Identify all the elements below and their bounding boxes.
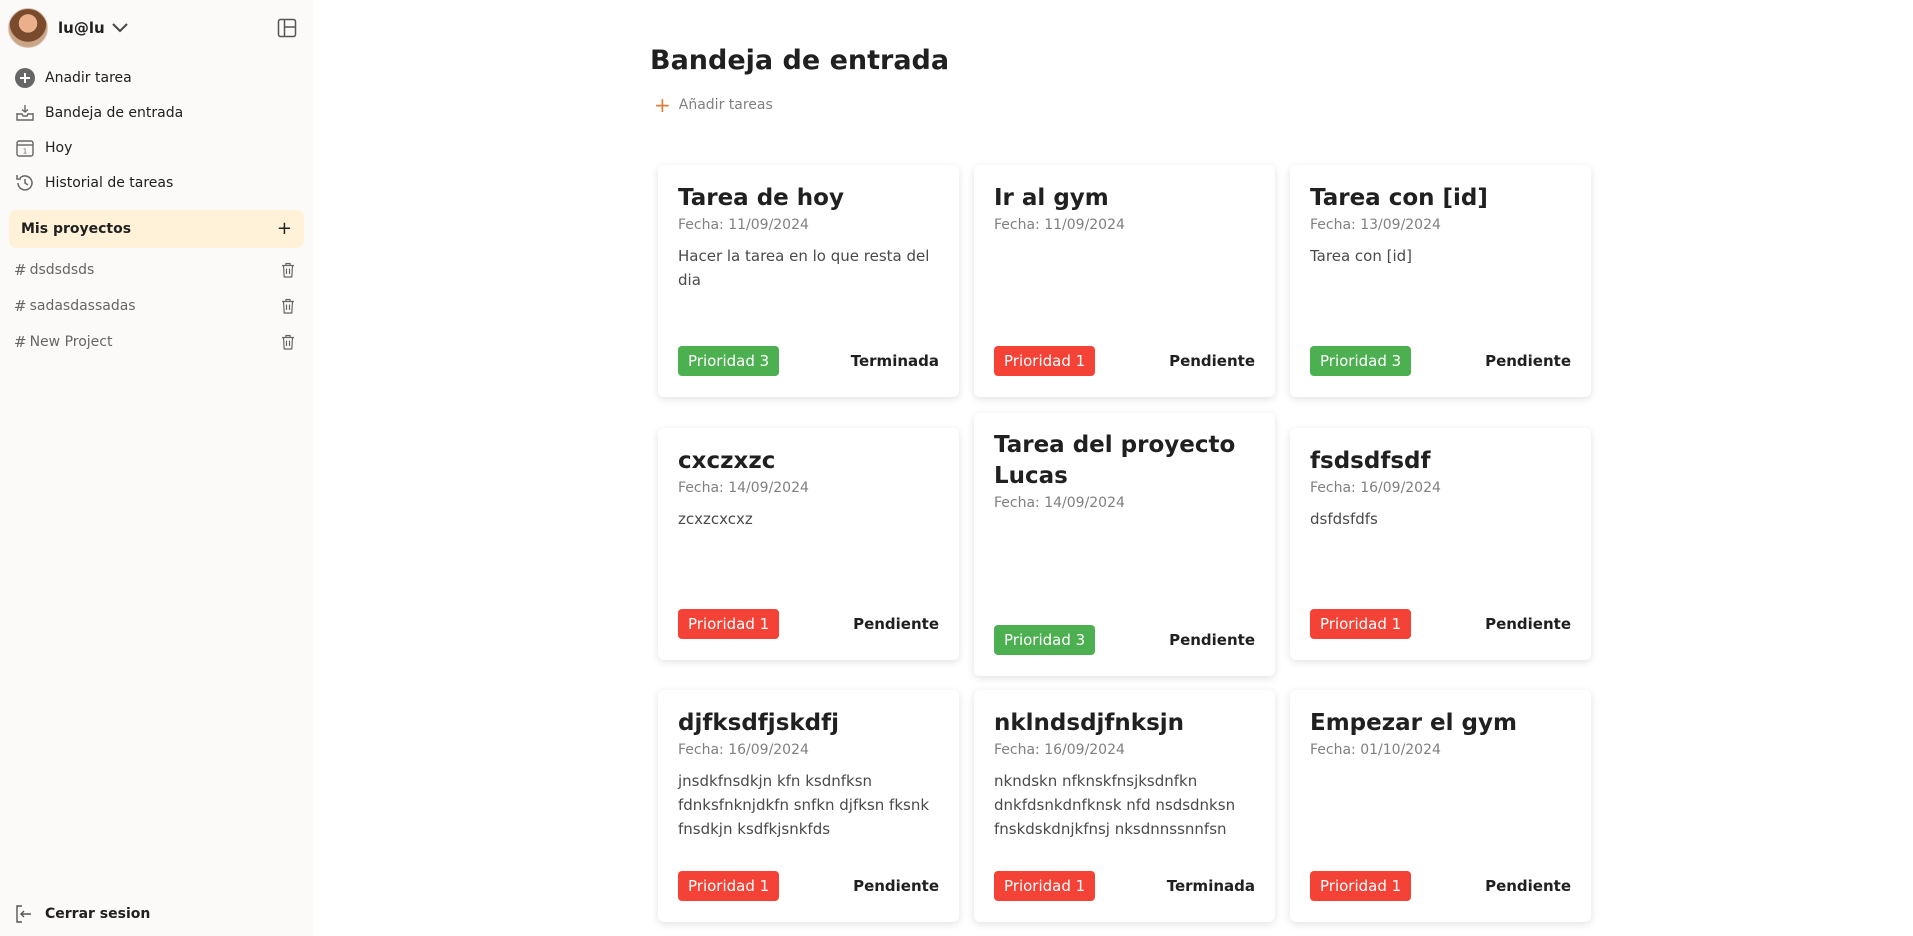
sidebar: lu@lu Anadir tarea Bandeja de entrada 1 …: [0, 0, 313, 936]
task-date: Fecha: 16/09/2024: [1310, 480, 1441, 496]
main-nav: Anadir tarea Bandeja de entrada 1 Hoy Hi…: [0, 60, 313, 200]
task-description: jnsdkfnsdkjn kfn ksdnfksn fdnksfnknjdkfn…: [678, 772, 930, 838]
task-date: Fecha: 16/09/2024: [678, 742, 809, 758]
hash-icon: #: [14, 333, 27, 351]
user-menu[interactable]: lu@lu: [0, 0, 313, 56]
priority-badge: Prioridad 1: [678, 871, 780, 901]
logout-icon: [14, 903, 36, 925]
nav-label: Hoy: [45, 139, 73, 156]
hash-icon: #: [14, 297, 27, 315]
priority-badge: Prioridad 1: [994, 346, 1096, 376]
priority-badge: Prioridad 1: [678, 609, 780, 639]
status-label: Pendiente: [1169, 352, 1255, 370]
priority-badge: Prioridad 3: [1310, 346, 1412, 376]
add-project-button[interactable]: +: [277, 220, 292, 238]
nav-label: Anadir tarea: [45, 69, 132, 86]
trash-icon[interactable]: [281, 298, 295, 314]
user-name: lu@lu: [58, 19, 105, 37]
add-tasks-button[interactable]: + Añadir tareas: [654, 95, 773, 115]
nav-inbox[interactable]: Bandeja de entrada: [0, 95, 313, 130]
priority-badge: Prioridad 3: [678, 346, 780, 376]
calendar-icon: 1: [14, 137, 36, 159]
hash-icon: #: [14, 261, 27, 279]
task-date: Fecha: 11/09/2024: [994, 217, 1125, 233]
main-content: Bandeja de entrada + Añadir tareas Tarea…: [313, 0, 1913, 936]
svg-text:1: 1: [23, 147, 27, 155]
priority-badge: Prioridad 3: [994, 625, 1096, 655]
priority-badge: Prioridad 1: [1310, 609, 1412, 639]
nav-label: Historial de tareas: [45, 174, 174, 191]
task-card[interactable]: fsdsdfsdf Fecha: 16/09/2024 dsfdsfdfs Pr…: [1290, 428, 1591, 660]
task-date: Fecha: 14/09/2024: [678, 480, 809, 496]
task-description: Tarea con [id]: [1310, 247, 1412, 265]
task-card[interactable]: Ir al gym Fecha: 11/09/2024 Prioridad 1 …: [974, 165, 1275, 397]
task-date: Fecha: 11/09/2024: [678, 217, 809, 233]
plus-icon: +: [654, 93, 671, 117]
task-card[interactable]: Empezar el gym Fecha: 01/10/2024 Priorid…: [1290, 690, 1591, 922]
task-title: Tarea del proyecto Lucas: [994, 432, 1236, 489]
project-list: # dsdsdsds # sadasdassadas # New Project: [0, 252, 313, 360]
task-date: Fecha: 16/09/2024: [994, 742, 1125, 758]
sidebar-toggle-icon[interactable]: [277, 18, 297, 38]
history-icon: [14, 172, 36, 194]
task-title: cxczxzc: [678, 448, 776, 474]
status-label: Pendiente: [853, 877, 939, 895]
trash-icon[interactable]: [281, 334, 295, 350]
add-tasks-label: Añadir tareas: [678, 97, 773, 113]
task-date: Fecha: 13/09/2024: [1310, 217, 1441, 233]
trash-icon[interactable]: [281, 262, 295, 278]
projects-header[interactable]: Mis proyectos +: [9, 210, 304, 248]
task-description: nkndskn nfknskfnsjksdnfkn dnkfdsnkdnfkns…: [994, 772, 1236, 838]
inbox-icon: [14, 102, 36, 124]
task-card[interactable]: djfksdfjskdfj Fecha: 16/09/2024 jnsdkfns…: [658, 690, 959, 922]
status-label: Pendiente: [1169, 631, 1255, 649]
task-card[interactable]: nklndsdjfnksjn Fecha: 16/09/2024 nkndskn…: [974, 690, 1275, 922]
task-card[interactable]: Tarea del proyecto Lucas Fecha: 14/09/20…: [974, 413, 1275, 676]
project-label: New Project: [29, 334, 113, 350]
logout-label: Cerrar sesion: [45, 906, 151, 922]
nav-add-task[interactable]: Anadir tarea: [0, 60, 313, 95]
task-title: fsdsdfsdf: [1310, 448, 1431, 474]
project-item[interactable]: # sadasdassadas: [0, 288, 313, 324]
nav-label: Bandeja de entrada: [45, 104, 184, 121]
status-label: Terminada: [850, 352, 939, 370]
project-item[interactable]: # New Project: [0, 324, 313, 360]
status-label: Pendiente: [1485, 615, 1571, 633]
priority-badge: Prioridad 1: [1310, 871, 1412, 901]
plus-circle-icon: [14, 67, 36, 89]
task-description: zcxzcxcxz: [678, 510, 753, 528]
status-label: Pendiente: [1485, 352, 1571, 370]
task-card[interactable]: cxczxzc Fecha: 14/09/2024 zcxzcxcxz Prio…: [658, 428, 959, 660]
task-description: Hacer la tarea en lo que resta del dia: [678, 247, 930, 289]
task-title: Tarea con [id]: [1310, 185, 1488, 211]
task-title: Tarea de hoy: [678, 185, 844, 211]
project-label: dsdsdsds: [29, 262, 95, 278]
task-title: djfksdfjskdfj: [678, 710, 840, 736]
project-label: sadasdassadas: [29, 298, 136, 314]
task-title: Empezar el gym: [1310, 710, 1517, 736]
logout-button[interactable]: Cerrar sesion: [14, 902, 150, 926]
project-item[interactable]: # dsdsdsds: [0, 252, 313, 288]
page-title: Bandeja de entrada: [650, 45, 950, 76]
task-description: dsfdsfdfs: [1310, 510, 1378, 528]
nav-history[interactable]: Historial de tareas: [0, 165, 313, 200]
status-label: Pendiente: [1485, 877, 1571, 895]
chevron-down-icon: [111, 19, 129, 37]
priority-badge: Prioridad 1: [994, 871, 1096, 901]
projects-title: Mis proyectos: [21, 221, 132, 237]
task-title: Ir al gym: [994, 185, 1109, 211]
task-title: nklndsdjfnksjn: [994, 710, 1185, 736]
status-label: Terminada: [1166, 877, 1255, 895]
nav-today[interactable]: 1 Hoy: [0, 130, 313, 165]
task-card[interactable]: Tarea con [id] Fecha: 13/09/2024 Tarea c…: [1290, 165, 1591, 397]
task-card[interactable]: Tarea de hoy Fecha: 11/09/2024 Hacer la …: [658, 165, 959, 397]
task-date: Fecha: 01/10/2024: [1310, 742, 1441, 758]
task-date: Fecha: 14/09/2024: [994, 495, 1125, 511]
avatar: [8, 8, 48, 48]
status-label: Pendiente: [853, 615, 939, 633]
